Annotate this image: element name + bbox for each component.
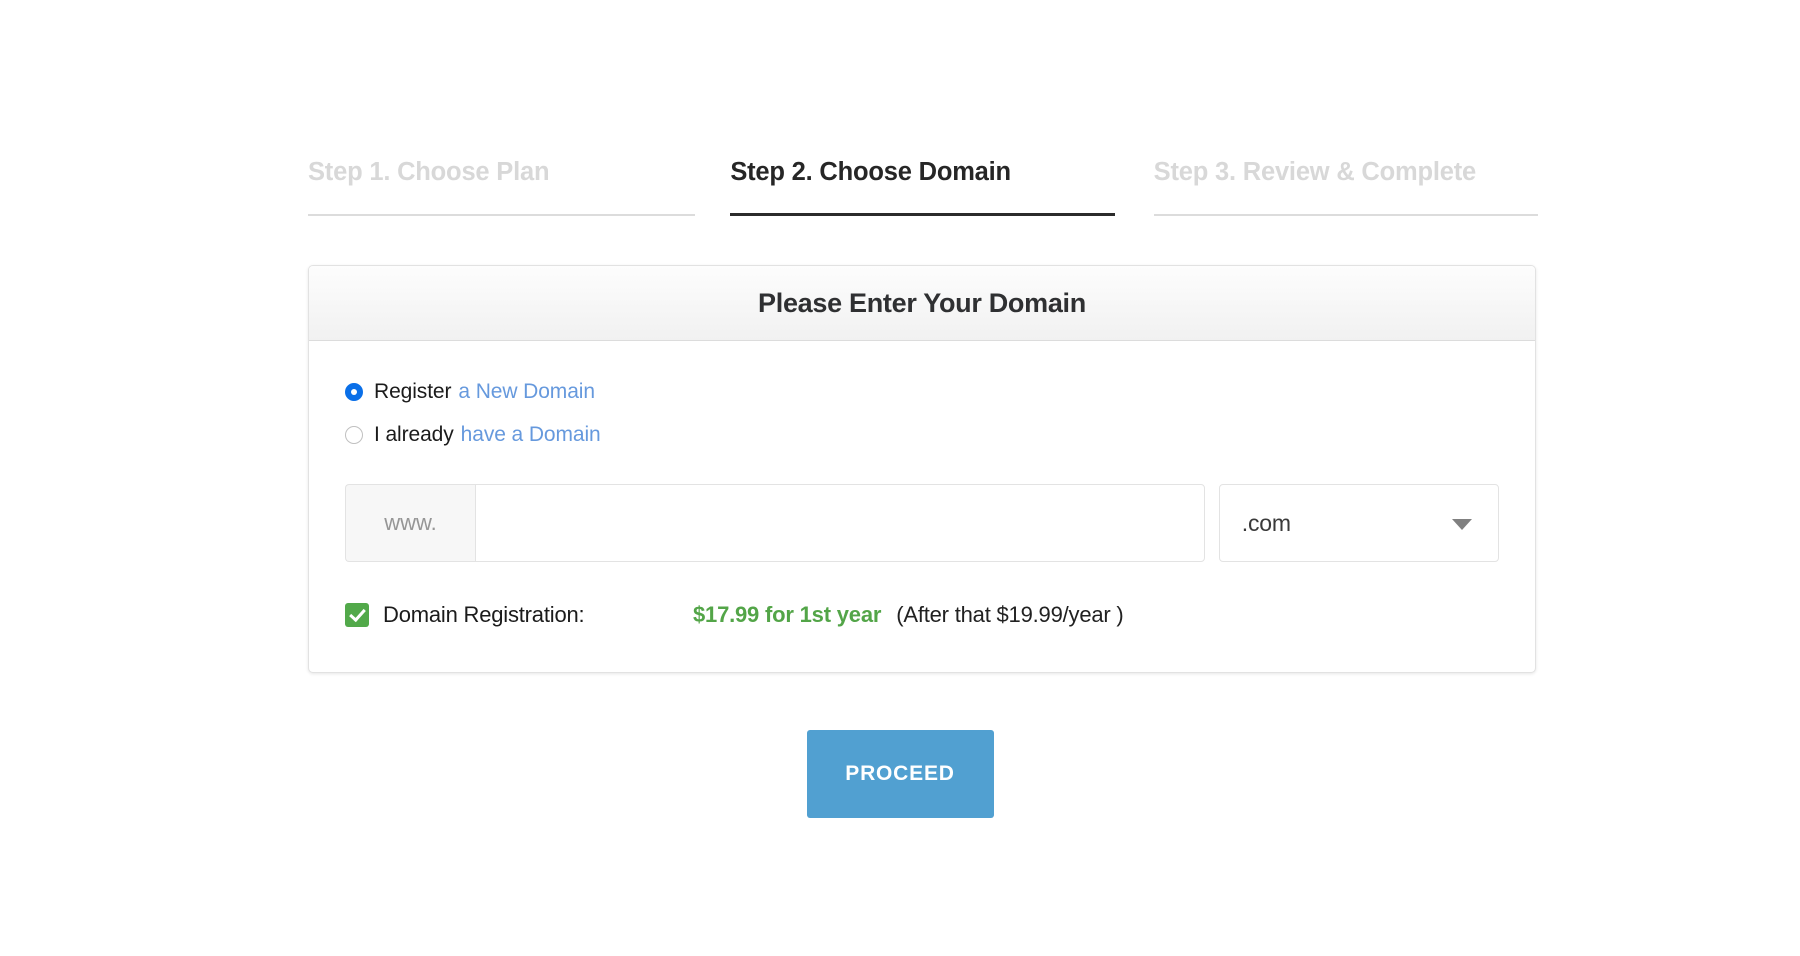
checkout-page: Step 1. Choose Plan Step 2. Choose Domai… [0, 0, 1800, 956]
www-prefix-addon: www. [345, 484, 475, 562]
radio-option-register-new-domain[interactable]: Register a New Domain [345, 377, 1499, 407]
step-underline [308, 214, 695, 216]
step-item-review-complete[interactable]: Step 3. Review & Complete [1154, 160, 1538, 216]
domain-panel-body: Register a New Domain I already have a D… [309, 341, 1535, 672]
chevron-down-icon [1452, 519, 1472, 530]
step-label: Step 1. Choose Plan [308, 160, 695, 186]
link-a-new-domain[interactable]: a New Domain [458, 380, 595, 404]
domain-panel-header: Please Enter Your Domain [309, 266, 1535, 341]
step-underline [1154, 214, 1538, 216]
domain-input-group: www. [345, 484, 1205, 562]
tld-dropdown[interactable]: .com [1219, 484, 1499, 562]
domain-renewal-note: (After that $19.99/year ) [896, 602, 1123, 628]
radio-label-i-already: I already [374, 423, 454, 447]
radio-label-register: Register [374, 380, 451, 404]
domain-registration-checkbox[interactable] [345, 603, 369, 627]
step-item-choose-plan[interactable]: Step 1. Choose Plan [308, 160, 695, 216]
tld-selected-value: .com [1242, 510, 1291, 537]
proceed-button-area: PROCEED [0, 730, 1800, 818]
radio-option-have-domain[interactable]: I already have a Domain [345, 420, 1499, 450]
step-label: Step 2. Choose Domain [730, 160, 1114, 186]
domain-registration-price: $17.99 for 1st year [693, 602, 881, 628]
domain-registration-row: Domain Registration: $17.99 for 1st year… [345, 602, 1499, 628]
checkout-step-indicator: Step 1. Choose Plan Step 2. Choose Domai… [308, 160, 1538, 216]
www-prefix-label: www. [384, 510, 437, 536]
step-label: Step 3. Review & Complete [1154, 160, 1538, 186]
radio-button-unselected-icon[interactable] [345, 426, 363, 444]
proceed-button[interactable]: PROCEED [807, 730, 994, 818]
domain-panel: Please Enter Your Domain Register a New … [308, 265, 1536, 673]
step-item-choose-domain[interactable]: Step 2. Choose Domain [730, 160, 1114, 216]
radio-button-selected-icon[interactable] [345, 383, 363, 401]
domain-registration-label: Domain Registration: [383, 602, 693, 628]
step-underline [730, 213, 1114, 216]
domain-name-input[interactable] [475, 484, 1205, 562]
link-have-a-domain[interactable]: have a Domain [461, 423, 601, 447]
domain-entry-row: www. .com [345, 484, 1499, 562]
panel-title: Please Enter Your Domain [758, 288, 1086, 319]
